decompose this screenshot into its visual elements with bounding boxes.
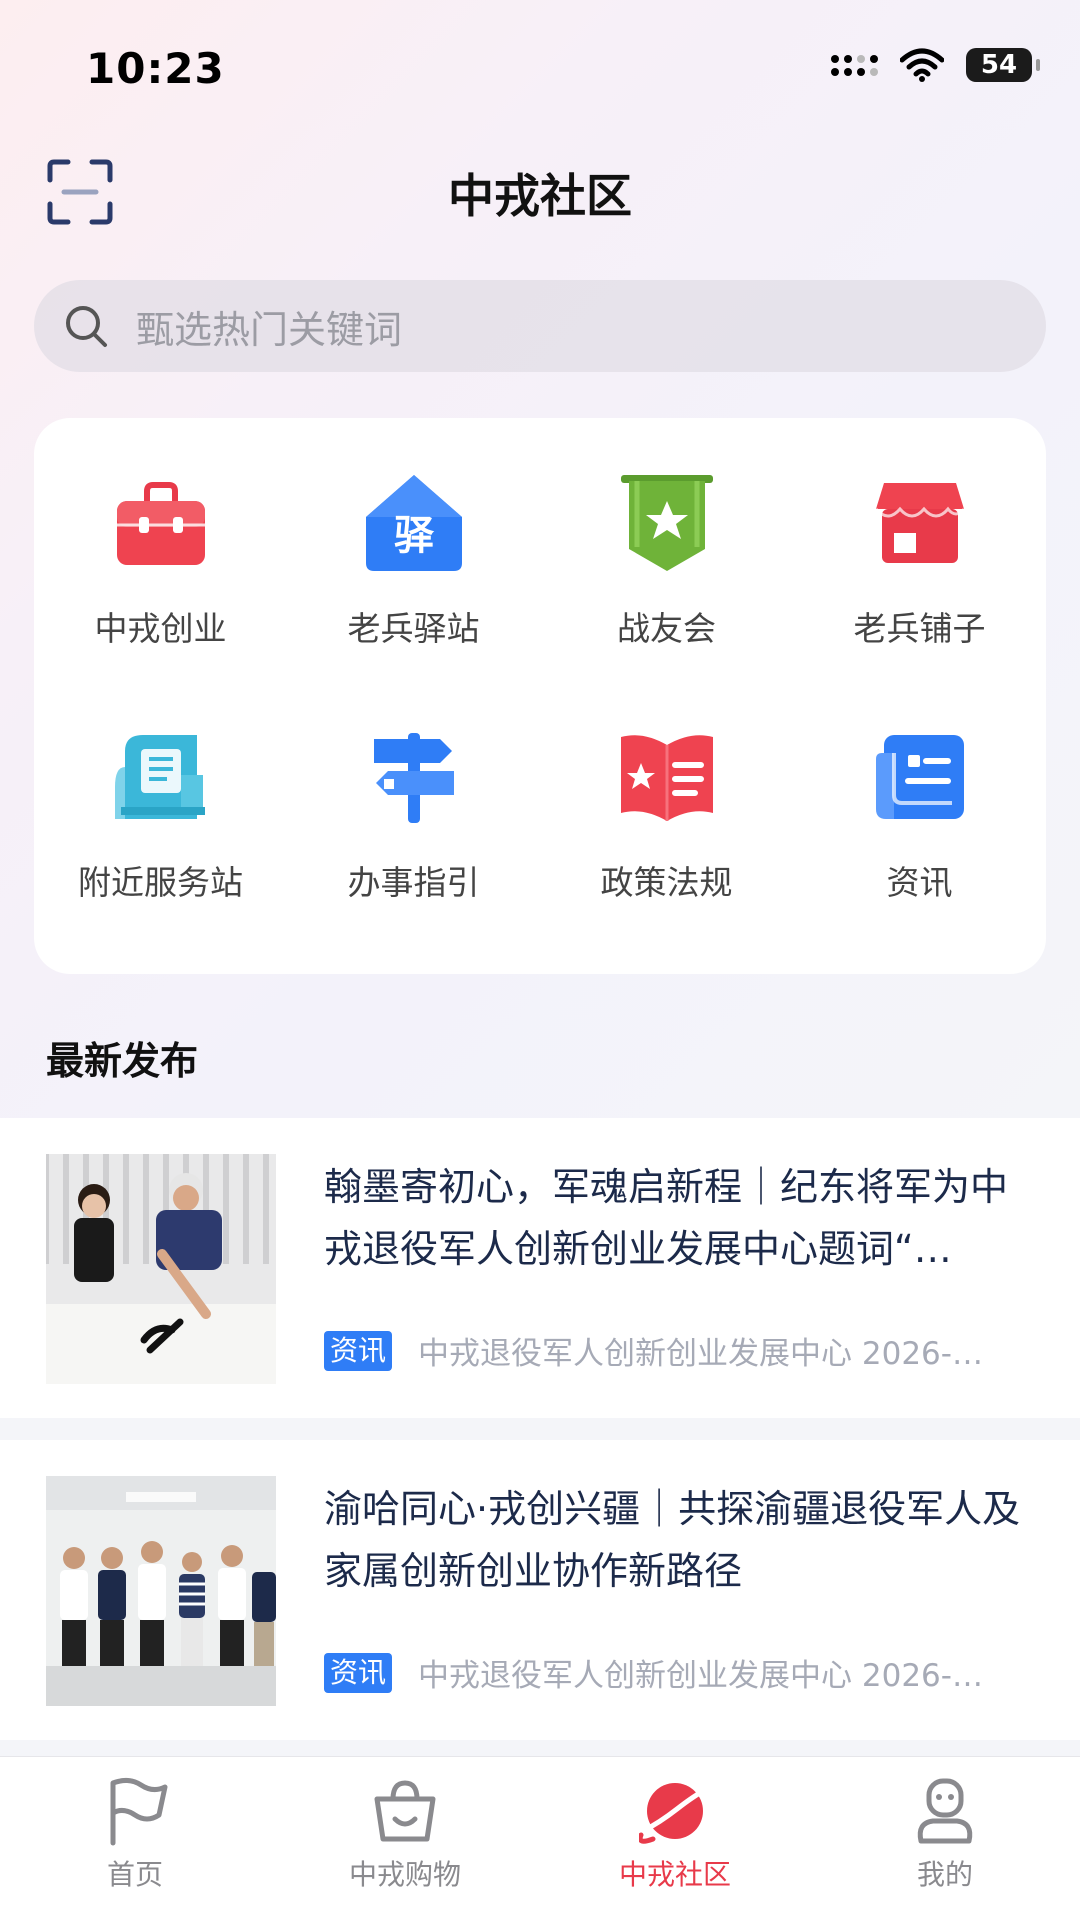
flag-icon	[110, 1777, 168, 1846]
wifi-icon	[900, 48, 944, 82]
cellular-signal-icon	[831, 54, 878, 76]
news-item[interactable]: 渝哈同心·戎创兴疆｜共探渝疆退役军人及家属创新创业协作新路径 资讯 中戎退役军人…	[0, 1440, 1080, 1740]
grid-label: 老兵驿站	[347, 609, 480, 648]
news-item[interactable]: 翰墨寄初心，军魂启新程｜纪东将军为中戎退役军人创新创业发展中心题词“… 资讯 中…	[0, 1118, 1080, 1418]
svg-text:驿: 驿	[394, 513, 435, 559]
bottom-tab-bar: 首页 中戎购物 中戎社区 我的	[0, 1756, 1080, 1920]
page-title: 中戎社区	[448, 169, 632, 223]
grid-item-news[interactable]: 资讯	[793, 722, 1046, 952]
grid-item-guide[interactable]: 办事指引	[287, 722, 540, 952]
grid-item-veteran-station[interactable]: 驿 老兵驿站	[287, 468, 540, 698]
news-title: 渝哈同心·戎创兴疆｜共探渝疆退役军人及家属创新创业协作新路径	[324, 1487, 1021, 1593]
search-placeholder: 甄选热门关键词	[136, 307, 403, 352]
house-station-icon: 驿	[359, 468, 469, 578]
profile-icon	[917, 1778, 973, 1844]
news-tag: 资讯	[324, 1652, 393, 1693]
briefcase-icon	[106, 468, 216, 578]
news-meta: 资讯 中戎退役军人创新创业发展中心 2026-…	[324, 1650, 1034, 1695]
tab-shopping[interactable]: 中戎购物	[270, 1757, 540, 1920]
grid-item-veteran-shop[interactable]: 老兵铺子	[793, 468, 1046, 698]
tab-label: 中戎社区	[618, 1858, 731, 1891]
grid-label: 政策法规	[600, 863, 733, 902]
news-source-date: 中戎退役军人创新创业发展中心 2026-…	[418, 1336, 983, 1372]
service-station-icon	[106, 722, 216, 832]
tab-mine[interactable]: 我的	[810, 1757, 1080, 1920]
status-bar: 10:23 54	[0, 0, 1080, 140]
grid-item-startup[interactable]: 中戎创业	[34, 468, 287, 698]
banner-star-icon	[612, 468, 722, 578]
tab-label: 中戎购物	[348, 1858, 461, 1891]
grid-label: 资讯	[886, 863, 953, 902]
book-icon	[612, 722, 722, 832]
shop-icon	[865, 468, 975, 578]
grid-item-nearby-station[interactable]: 附近服务站	[34, 722, 287, 952]
tab-label: 我的	[916, 1858, 973, 1891]
news-icon	[865, 722, 975, 832]
search-icon	[66, 306, 107, 347]
grid-label: 附近服务站	[78, 863, 243, 902]
section-title: 最新发布	[46, 1039, 199, 1083]
shopping-basket-icon	[374, 1780, 436, 1842]
grid-label: 办事指引	[347, 863, 480, 902]
grid-label: 老兵铺子	[853, 609, 986, 648]
news-thumbnail	[46, 1154, 276, 1384]
battery-level: 54	[980, 50, 1018, 80]
search-bar[interactable]: 甄选热门关键词	[34, 280, 1046, 372]
news-thumbnail	[46, 1476, 276, 1706]
tab-label: 首页	[106, 1858, 163, 1891]
tab-community[interactable]: 中戎社区	[540, 1757, 810, 1920]
grid-item-comrades[interactable]: 战友会	[540, 468, 793, 698]
signpost-icon	[359, 722, 469, 832]
battery-indicator: 54	[966, 48, 1040, 82]
grid-label: 战友会	[617, 609, 716, 648]
news-meta: 资讯 中戎退役军人创新创业发展中心 2026-…	[324, 1328, 1034, 1373]
news-source-date: 中戎退役军人创新创业发展中心 2026-…	[418, 1658, 983, 1694]
status-time: 10:23	[86, 44, 225, 93]
news-title: 翰墨寄初心，军魂启新程｜纪东将军为中戎退役军人创新创业发展中心题词“…	[324, 1165, 1009, 1271]
grid-label: 中戎创业	[94, 609, 227, 648]
grid-item-policy[interactable]: 政策法规	[540, 722, 793, 952]
header: 中戎社区	[0, 150, 1080, 230]
planet-icon	[639, 1783, 710, 1844]
quick-access-grid: 中戎创业 驿 老兵驿站 战友会 老兵铺子 附近服务站 办事指引 政策法规 资讯	[34, 418, 1046, 974]
tab-home[interactable]: 首页	[0, 1757, 270, 1920]
news-tag: 资讯	[324, 1330, 393, 1371]
status-icons: 54	[831, 48, 1040, 82]
